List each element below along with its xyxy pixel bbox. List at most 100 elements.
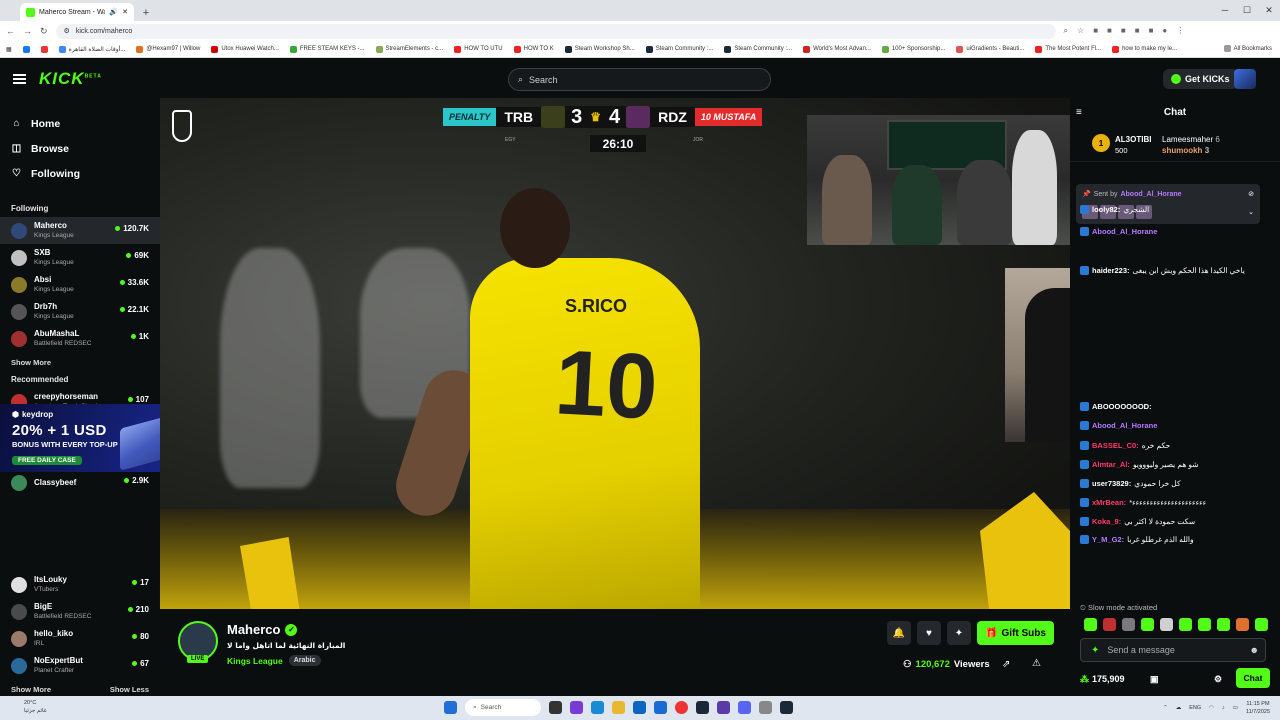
nav-following[interactable]: ♡ Following xyxy=(11,161,160,186)
sidebar-channel-classybeef[interactable]: Classybeef 2.9K xyxy=(0,469,160,496)
top-gifter-name[interactable]: AL3OTIBI xyxy=(1115,135,1151,144)
bookmark-item[interactable]: أوقات الصلاة القاهرة... xyxy=(58,45,125,53)
steam-icon[interactable] xyxy=(780,701,793,714)
user-avatar[interactable] xyxy=(1234,69,1256,89)
all-bookmarks[interactable]: All Bookmarks xyxy=(1223,45,1272,52)
browser-tab[interactable]: Maherco Stream - Watch Li 🔊 ✕ xyxy=(20,3,134,21)
show-more-recommended[interactable]: Show More xyxy=(11,685,51,694)
battery-icon[interactable]: ▭ xyxy=(1233,705,1238,711)
store-icon[interactable]: ▣ xyxy=(1150,674,1159,685)
emote-icon[interactable] xyxy=(1198,618,1211,631)
bookmark-item[interactable]: 100+ Sponsorship... xyxy=(881,45,945,53)
sparkle-button[interactable]: ✦ xyxy=(947,621,971,645)
menu-dots-icon[interactable]: ⋮ xyxy=(1176,26,1184,36)
chrome-icon[interactable] xyxy=(675,701,688,714)
bookmark-item[interactable]: Steam Community :... xyxy=(724,45,792,53)
channel-points[interactable]: ⁂ 175,909 xyxy=(1080,674,1125,685)
sidebar-channel-absi[interactable]: Absi Kings League 33.6K xyxy=(0,271,160,298)
chevron-down-icon[interactable]: ⌄ xyxy=(1248,208,1254,216)
back-icon[interactable]: ← xyxy=(6,26,15,36)
nav-browse[interactable]: ◫ Browse xyxy=(11,136,160,161)
bookmark-item[interactable]: HOW TO UTU xyxy=(454,45,503,53)
emote-icon[interactable] xyxy=(1236,618,1249,631)
emote-icon[interactable] xyxy=(1103,618,1116,631)
search-input[interactable]: ⌕ Search xyxy=(508,68,771,91)
chat-input[interactable]: ✦ Send a message ☻ xyxy=(1080,638,1266,662)
bookmark-item[interactable]: HOW TO K xyxy=(513,45,554,53)
second-gifter[interactable]: Lameesmaher 6 xyxy=(1162,135,1220,144)
kick-logo[interactable]: KICKBETA xyxy=(39,69,102,89)
zoom-icon[interactable]: ⌕ xyxy=(1064,26,1068,36)
chat-username[interactable]: Abood_Al_Horane xyxy=(1092,421,1157,430)
emote-icon[interactable] xyxy=(1179,618,1192,631)
discord-icon[interactable] xyxy=(738,701,751,714)
emote-icon[interactable] xyxy=(1122,618,1135,631)
extension-icon[interactable]: ■ xyxy=(1149,26,1154,36)
bookmark-item[interactable]: The Most Potent Fl... xyxy=(1035,45,1101,53)
wifi-icon[interactable]: ◠ xyxy=(1209,705,1214,711)
send-chat-button[interactable]: Chat xyxy=(1236,668,1270,688)
show-less-recommended[interactable]: Show Less xyxy=(110,685,149,694)
streamer-name[interactable]: Maherco ✓ xyxy=(227,622,298,637)
category-link[interactable]: Kings League xyxy=(227,656,283,666)
bookmark-item[interactable]: how to make my le... xyxy=(1112,45,1177,53)
emote-icon[interactable] xyxy=(1255,618,1268,631)
chat-username[interactable]: haider223: xyxy=(1092,266,1130,275)
chat-username[interactable]: user73829: xyxy=(1092,479,1131,488)
settings-icon[interactable]: ⚙ xyxy=(1214,674,1222,685)
extension-icon[interactable]: ■ xyxy=(1107,26,1112,36)
bookmark-item[interactable]: Steam Workshop Sh... xyxy=(564,45,635,53)
reload-icon[interactable]: ↻ xyxy=(40,26,48,37)
share-icon[interactable]: ⇗ xyxy=(1002,659,1010,670)
minimize-icon[interactable]: ─ xyxy=(1214,0,1236,20)
app-icon[interactable] xyxy=(717,701,730,714)
outlook-icon[interactable] xyxy=(633,701,646,714)
nav-home[interactable]: ⌂ Home xyxy=(11,111,160,136)
emote-icon[interactable] xyxy=(1160,618,1173,631)
sidebar-channel-itslouky[interactable]: ItsLouky VTubers 17 xyxy=(0,571,160,598)
hide-icon[interactable]: ⊘ xyxy=(1248,190,1254,198)
taskbar-search[interactable]: ⌕ Search xyxy=(465,699,541,716)
cloud-icon[interactable]: ☁ xyxy=(1176,705,1182,711)
close-tab-icon[interactable]: ✕ xyxy=(122,8,128,16)
audio-icon[interactable]: 🔊 xyxy=(109,8,118,16)
profile-icon[interactable]: ● xyxy=(1162,26,1167,36)
windows-start-icon[interactable] xyxy=(444,701,457,714)
steam-icon[interactable] xyxy=(696,701,709,714)
new-tab-button[interactable]: + xyxy=(138,5,154,21)
url-field[interactable]: ⚙ kick.com/maherco xyxy=(55,23,1056,39)
emote-icon[interactable] xyxy=(1084,618,1097,631)
site-info-icon[interactable]: ⚙ xyxy=(64,27,70,35)
bookmark-item[interactable]: StreamElements - c... xyxy=(375,45,443,53)
sidebar-channel-hello_kiko[interactable]: hello_kiko IRL 80 xyxy=(0,625,160,652)
notification-bell-button[interactable]: 🔔 xyxy=(887,621,911,645)
emote-icon[interactable] xyxy=(1141,618,1154,631)
chat-username[interactable]: looly82: xyxy=(1092,205,1120,214)
gift-subs-button[interactable]: 🎁 Gift Subs xyxy=(977,621,1054,645)
tray-chevron-icon[interactable]: ⌃ xyxy=(1163,705,1168,711)
emote-icon[interactable] xyxy=(1217,618,1230,631)
chat-username[interactable]: Y_M_G2: xyxy=(1092,535,1124,544)
bookmark-star-icon[interactable]: ☆ xyxy=(1077,26,1084,36)
volume-icon[interactable]: ♪ xyxy=(1222,705,1225,711)
pinned-gift[interactable]: 📌 Sent by Abood_Al_Horane ⊘ ⌄ xyxy=(1076,184,1260,224)
task-view-icon[interactable] xyxy=(549,701,562,714)
store-app-icon[interactable] xyxy=(654,701,667,714)
sidebar-channel-noexpertbut[interactable]: NoExpertBut Planet Crafter 67 xyxy=(0,652,160,679)
edge-icon[interactable] xyxy=(591,701,604,714)
ad-cta[interactable]: FREE DAILY CASE xyxy=(12,456,82,465)
collapse-chat-icon[interactable]: ≡ xyxy=(1076,107,1082,118)
app-icon[interactable] xyxy=(570,701,583,714)
report-icon[interactable]: ⚠ xyxy=(1032,658,1041,669)
close-window-icon[interactable]: ✕ xyxy=(1258,0,1280,20)
bookmark-item[interactable]: FREE STEAM KEYS -... xyxy=(289,45,365,53)
bookmark-item[interactable]: Utox Huawei Watch... xyxy=(211,45,279,53)
bookmark-item[interactable]: World's Most Advan... xyxy=(803,45,871,53)
chat-username[interactable]: Almtar_Al: xyxy=(1092,460,1130,469)
video-player[interactable]: S.RICO 10 PENALTY TRB 3 ♛ 4 RDZ 10 MUSTA… xyxy=(160,98,1070,609)
chat-username[interactable]: xMrBean: xyxy=(1092,498,1126,507)
apps-grid-icon[interactable]: ▦ xyxy=(6,46,12,53)
maximize-icon[interactable]: ☐ xyxy=(1236,0,1258,20)
show-more-following[interactable]: Show More xyxy=(0,352,160,372)
emoji-icon[interactable]: ☻ xyxy=(1250,645,1259,655)
